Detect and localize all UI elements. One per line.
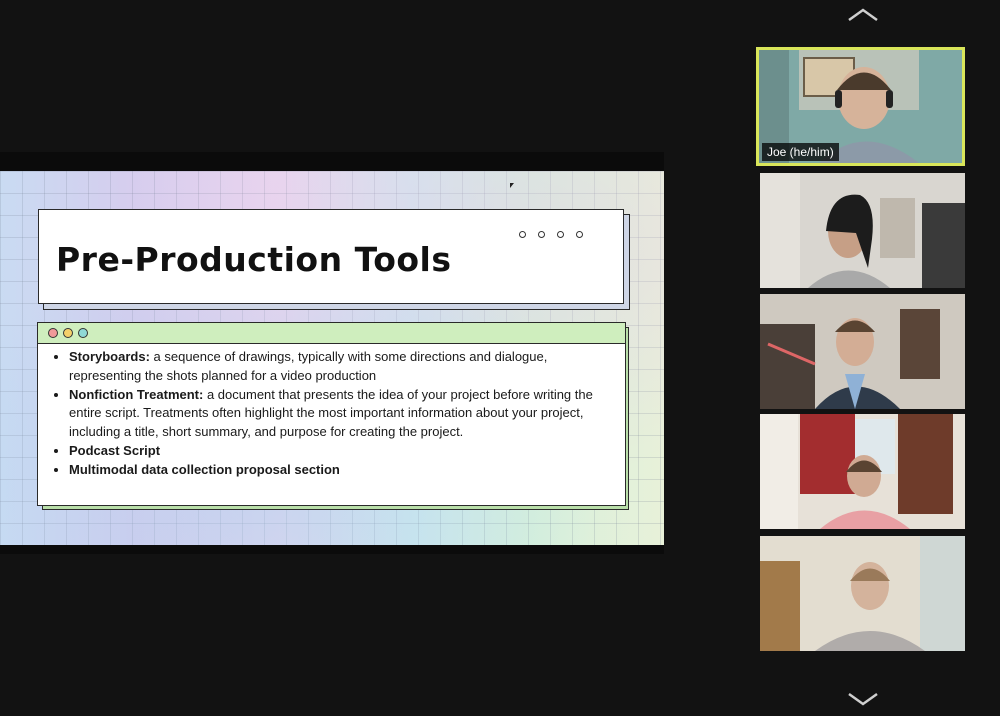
list-item: Multimodal data collection proposal sect… bbox=[69, 461, 613, 480]
participant-tile[interactable] bbox=[760, 173, 965, 288]
participant-name: Joe (he/him) bbox=[762, 143, 839, 161]
decorative-dots-icon bbox=[519, 231, 583, 238]
window-bar bbox=[38, 323, 625, 344]
chevron-down-icon[interactable] bbox=[847, 692, 879, 706]
bullet-term: Multimodal data collection proposal sect… bbox=[69, 461, 340, 477]
content-card: Storyboards: a sequence of drawings, typ… bbox=[37, 322, 626, 506]
participant-tile-joe[interactable]: Joe (he/him) bbox=[756, 47, 965, 166]
chevron-up-icon[interactable] bbox=[847, 8, 879, 22]
participant-video bbox=[760, 414, 965, 529]
participant-video bbox=[760, 294, 965, 409]
list-item: Nonfiction Treatment: a document that pr… bbox=[69, 386, 613, 442]
participant-video bbox=[760, 173, 965, 288]
red-dot-icon bbox=[48, 328, 58, 338]
yellow-dot-icon bbox=[63, 328, 73, 338]
title-card: Pre-Production Tools bbox=[38, 209, 624, 304]
participant-tile[interactable] bbox=[760, 414, 965, 529]
teal-dot-icon bbox=[78, 328, 88, 338]
list-item: Storyboards: a sequence of drawings, typ… bbox=[69, 348, 613, 386]
list-item: Podcast Script bbox=[69, 442, 613, 461]
mouse-cursor-icon bbox=[510, 183, 514, 188]
bullet-term: Podcast Script bbox=[69, 442, 161, 458]
participant-tile[interactable] bbox=[760, 294, 965, 409]
bullet-list: Storyboards: a sequence of drawings, typ… bbox=[38, 348, 625, 480]
bullet-term: Nonfiction Treatment: bbox=[69, 386, 204, 402]
shared-slide: Pre-Production Tools Storyboards: a sequ… bbox=[0, 171, 664, 545]
participant-tile[interactable] bbox=[760, 536, 965, 651]
participant-video bbox=[760, 536, 965, 651]
bullet-term: Storyboards: bbox=[69, 349, 150, 364]
slide-title: Pre-Production Tools bbox=[56, 240, 452, 279]
